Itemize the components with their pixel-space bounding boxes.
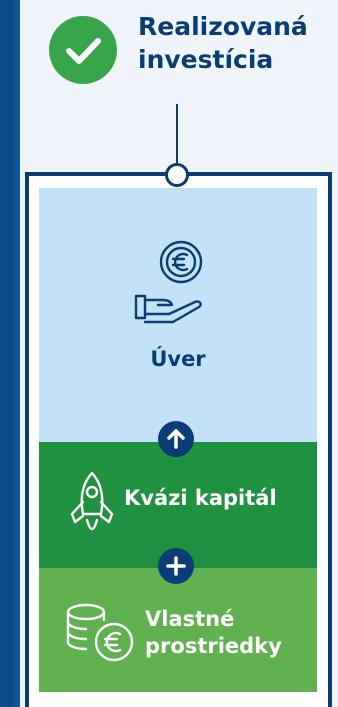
quasi-capital-label: Kvázi kapitál [124,486,277,510]
connector-node [165,163,189,187]
own-funds-label-line-1: Vlastné [145,607,235,631]
own-funds-label-line-2: prostriedky [145,634,282,658]
rocket-icon [66,470,118,546]
connector-line [176,104,178,170]
loan-label: Úver [150,347,206,371]
title-line-2: investícia [138,45,274,74]
euro-hand-icon [133,238,215,332]
title-line-1: Realizovaná [138,12,308,41]
euro-coins-icon [64,602,136,668]
arrow-up-icon [158,421,194,457]
plus-icon [158,548,194,584]
page-title: Realizovaná investícia [138,10,328,76]
own-funds-label: Vlastné prostriedky [145,606,305,660]
check-circle-icon [49,16,117,84]
